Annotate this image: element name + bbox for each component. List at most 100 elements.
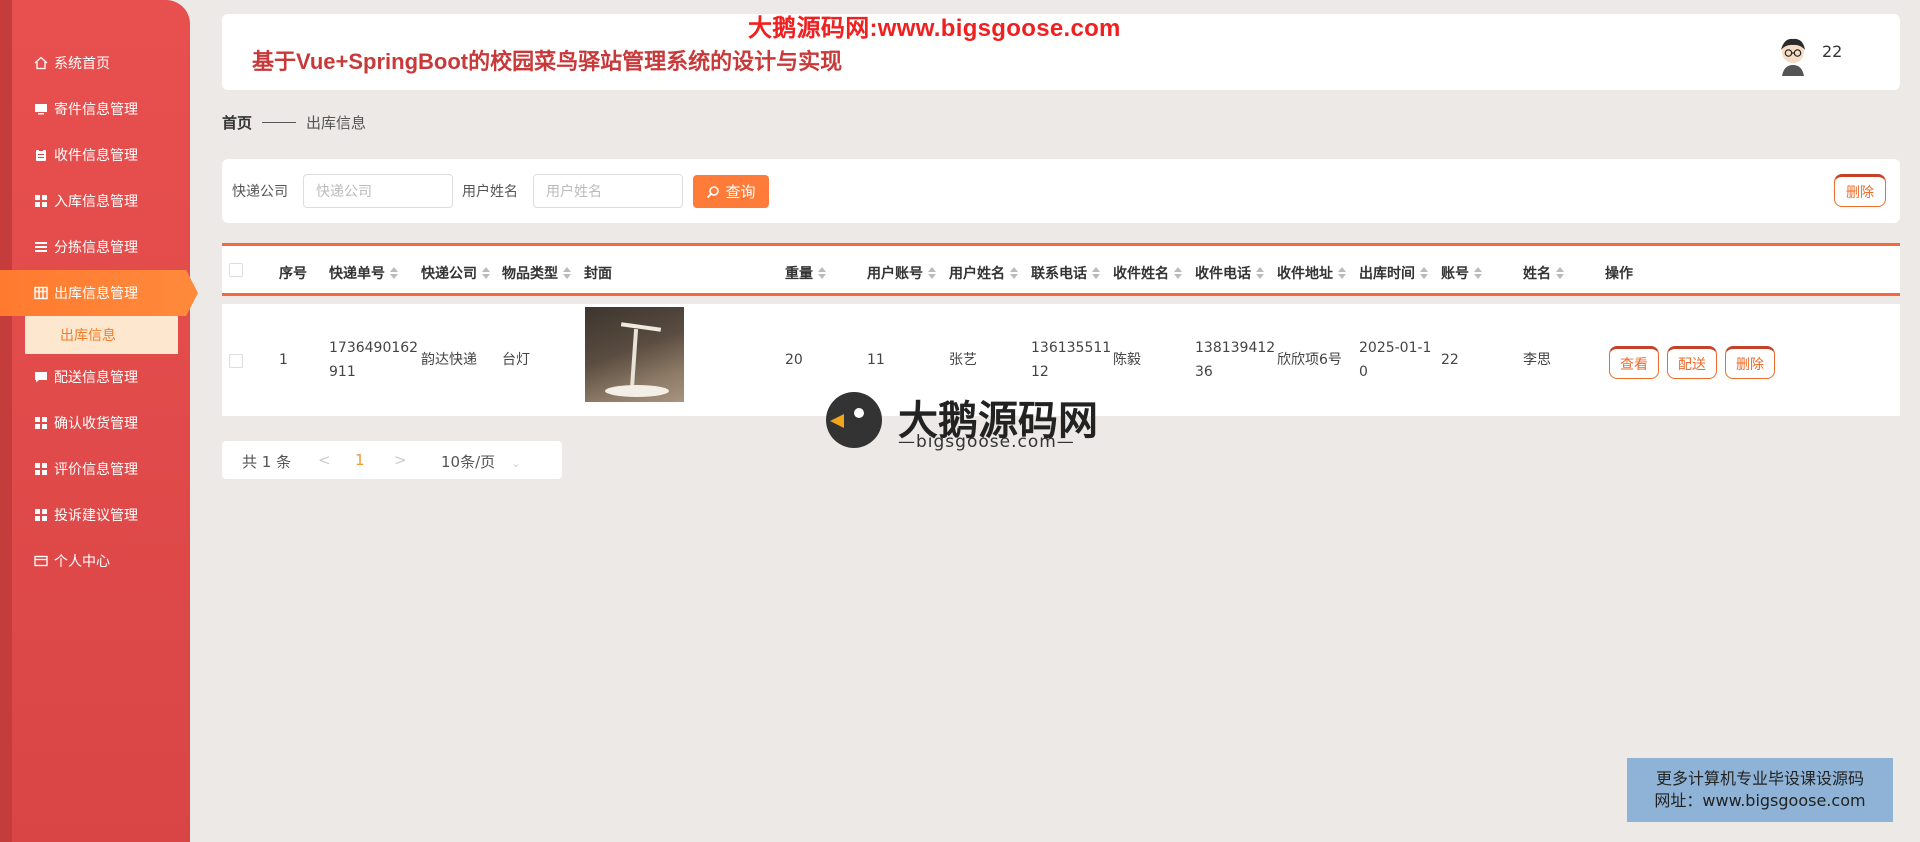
query-button[interactable]: 查询 xyxy=(693,175,769,208)
view-button[interactable]: 查看 xyxy=(1609,346,1659,379)
clipboard-icon xyxy=(34,148,48,162)
cell-receiver-phone: 138139412 36 xyxy=(1195,340,1276,380)
sidebar-item-label: 入库信息管理 xyxy=(54,194,138,210)
user-name-input[interactable]: 用户姓名 xyxy=(533,174,683,208)
deliver-button[interactable]: 配送 xyxy=(1667,346,1717,379)
column-header[interactable]: 出库时间 xyxy=(1359,263,1428,283)
sidebar-item-review[interactable]: 评价信息管理 xyxy=(0,446,200,492)
sort-icon xyxy=(1474,267,1482,279)
cell-index: 1 xyxy=(279,352,288,368)
sort-icon xyxy=(1556,267,1564,279)
lamp-base xyxy=(605,385,669,397)
user-name[interactable]: 22 xyxy=(1822,42,1842,61)
logo-watermark: 大鹅源码网 —bigsgoose.com— xyxy=(826,390,1106,454)
sidebar-item-label: 投诉建议管理 xyxy=(54,508,138,524)
sidebar-item-label: 确认收货管理 xyxy=(54,416,138,432)
sort-icon xyxy=(1338,267,1346,279)
column-header: 序号 xyxy=(279,266,307,282)
sidebar-item-label: 寄件信息管理 xyxy=(54,102,138,118)
company-label: 快递公司 xyxy=(232,184,288,200)
search-icon xyxy=(706,185,720,199)
delete-button[interactable]: 删除 xyxy=(1834,174,1886,207)
company-input[interactable]: 快递公司 xyxy=(303,174,453,208)
cell-name: 李思 xyxy=(1523,352,1551,368)
sidebar-item-sorting[interactable]: 分拣信息管理 xyxy=(0,224,200,270)
sort-icon xyxy=(390,267,398,279)
home-icon xyxy=(34,56,48,70)
breadcrumb-home[interactable]: 首页 xyxy=(222,112,252,133)
cell-weight: 20 xyxy=(785,352,803,368)
column-header[interactable]: 收件地址 xyxy=(1277,263,1346,283)
cover-image[interactable] xyxy=(585,307,684,402)
watermark-top: 大鹅源码网:www.bigsgoose.com xyxy=(748,15,1121,42)
column-header[interactable]: 联系电话 xyxy=(1031,263,1100,283)
cell-user-name: 张艺 xyxy=(949,352,977,368)
sort-icon xyxy=(1256,267,1264,279)
row-checkbox[interactable] xyxy=(229,354,243,368)
sidebar-item-receive[interactable]: 收件信息管理 xyxy=(0,132,200,178)
sidebar-item-confirm[interactable]: 确认收货管理 xyxy=(0,400,200,446)
sidebar-item-outbound[interactable]: 出库信息管理 xyxy=(0,270,198,316)
sidebar-item-inbound[interactable]: 入库信息管理 xyxy=(0,178,200,224)
pagination: 共 1 条 < 1 > 10条/页 ⌄ xyxy=(222,441,562,479)
column-header[interactable]: 重量 xyxy=(785,263,826,283)
column-header[interactable]: 姓名 xyxy=(1523,263,1564,283)
sort-icon xyxy=(1092,267,1100,279)
cell-user-account: 11 xyxy=(867,352,885,368)
sidebar-item-label: 配送信息管理 xyxy=(54,370,138,386)
sidebar-item-complaint[interactable]: 投诉建议管理 xyxy=(0,492,200,538)
select-all-checkbox[interactable] xyxy=(229,263,243,277)
chat-icon xyxy=(34,370,48,384)
sort-icon xyxy=(1174,267,1182,279)
sort-icon xyxy=(482,267,490,279)
sidebar-menu: 系统首页 寄件信息管理 收件信息管理 入库信息管理 分拣信息管理 出库信息管理 … xyxy=(0,40,200,584)
sidebar-item-label: 评价信息管理 xyxy=(54,462,138,478)
breadcrumb: 首页 出库信息 xyxy=(222,112,366,133)
page-size-select[interactable]: 10条/页 ⌄ xyxy=(441,451,520,472)
sidebar-item-label: 个人中心 xyxy=(54,554,110,570)
pagination-page[interactable]: 1 xyxy=(355,451,365,469)
sidebar-item-home[interactable]: 系统首页 xyxy=(0,40,200,86)
row-delete-button[interactable]: 删除 xyxy=(1725,346,1775,379)
sidebar-item-profile[interactable]: 个人中心 xyxy=(0,538,200,584)
sidebar-subitem-label: 出库信息 xyxy=(60,328,116,344)
lamp-pole xyxy=(629,328,639,390)
column-header[interactable]: 账号 xyxy=(1441,263,1482,283)
sidebar-item-delivery[interactable]: 配送信息管理 xyxy=(0,354,200,400)
user-name-label: 用户姓名 xyxy=(462,184,518,200)
column-header[interactable]: 收件姓名 xyxy=(1113,263,1182,283)
sidebar-subitem-outbound-info[interactable]: 出库信息 xyxy=(25,316,178,354)
column-header[interactable]: 用户姓名 xyxy=(949,263,1018,283)
lamp-arm xyxy=(620,322,662,332)
cell-item-type: 台灯 xyxy=(502,352,530,368)
watermark-line: 更多计算机专业毕设课设源码 xyxy=(1655,769,1864,788)
avatar[interactable] xyxy=(1776,36,1810,76)
column-header[interactable]: 快递单号 xyxy=(329,263,398,283)
column-header[interactable]: 物品类型 xyxy=(502,263,571,283)
cell-receiver-name: 陈毅 xyxy=(1113,352,1141,368)
watermark-box: 更多计算机专业毕设课设源码 网址：www.bigsgoose.com xyxy=(1627,758,1893,822)
search-bar: 快递公司 快递公司 用户姓名 用户姓名 查询 删除 xyxy=(222,159,1900,223)
sort-icon xyxy=(1010,267,1018,279)
cell-account: 22 xyxy=(1441,352,1459,368)
sidebar-item-send[interactable]: 寄件信息管理 xyxy=(0,86,200,132)
cell-phone: 136135511 12 xyxy=(1031,340,1112,380)
column-header: 操作 xyxy=(1605,266,1633,282)
column-header[interactable]: 快递公司 xyxy=(421,263,490,283)
sidebar-item-label: 出库信息管理 xyxy=(54,286,138,302)
column-header[interactable]: 用户账号 xyxy=(867,263,936,283)
pagination-total: 共 1 条 xyxy=(242,453,292,471)
page-title: 基于Vue+SpringBoot的校园菜鸟驿站管理系统的设计与实现 xyxy=(252,49,843,74)
cell-out-time: 2025-01-1 0 xyxy=(1359,340,1432,380)
grid-icon xyxy=(34,416,48,430)
sort-icon xyxy=(1420,267,1428,279)
pagination-prev[interactable]: < xyxy=(318,451,331,469)
sidebar-item-label: 系统首页 xyxy=(54,56,110,72)
table-icon xyxy=(34,286,48,300)
grid-icon xyxy=(34,462,48,476)
column-header[interactable]: 收件电话 xyxy=(1195,263,1264,283)
query-button-label: 查询 xyxy=(725,183,756,201)
table-header: 序号 快递单号 快递公司 物品类型 封面 重量 用户账号 用户姓名 联系电话 收… xyxy=(222,243,1900,296)
pagination-next[interactable]: > xyxy=(394,451,407,469)
cell-company: 韵达快递 xyxy=(421,352,477,368)
